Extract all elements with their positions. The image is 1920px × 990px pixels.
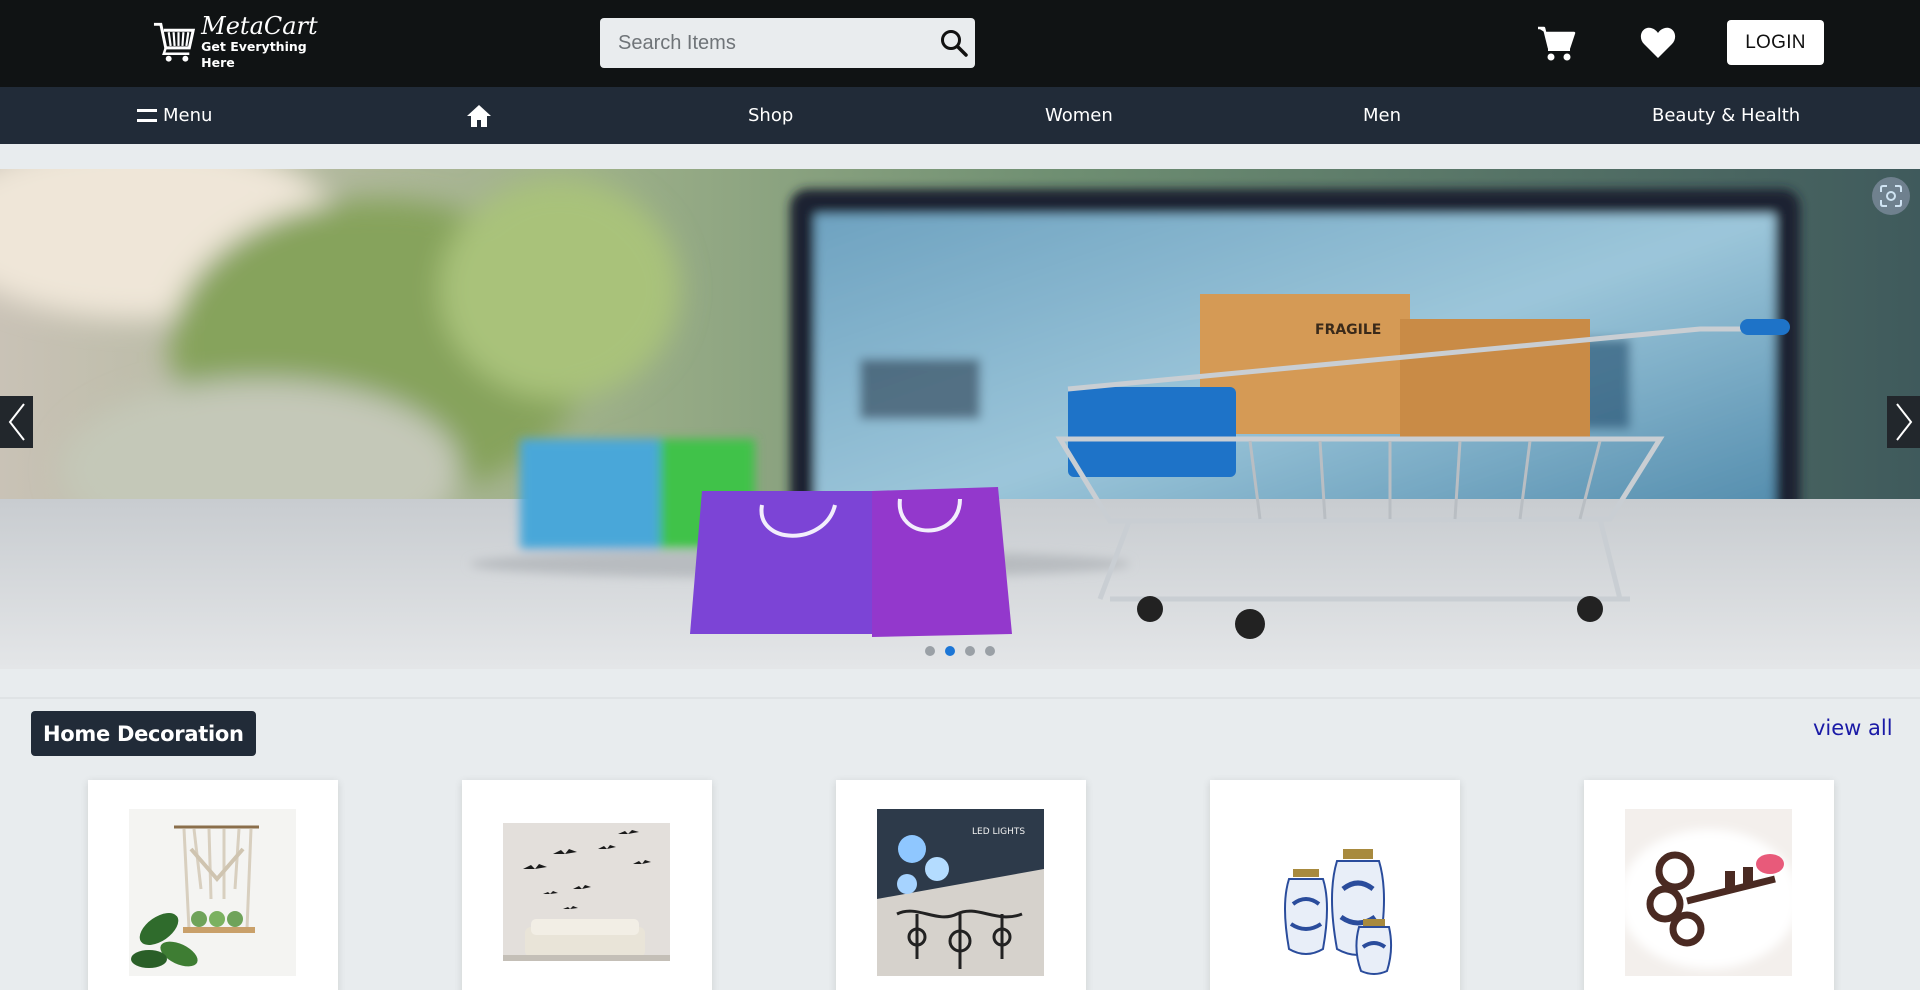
- svg-text:FRAGILE: FRAGILE: [1315, 322, 1381, 338]
- product-card[interactable]: LED LIGHTS: [836, 780, 1086, 990]
- section-divider: [0, 697, 1920, 699]
- nav-menu-toggle[interactable]: Menu: [137, 87, 212, 144]
- search-icon[interactable]: [939, 28, 969, 58]
- logo-tagline: Get Everything Here: [201, 39, 307, 70]
- search-bar: [600, 18, 975, 68]
- carousel-next-button[interactable]: [1887, 396, 1920, 448]
- login-button[interactable]: LOGIN: [1727, 20, 1824, 65]
- carousel-dot-2[interactable]: [945, 646, 955, 656]
- product-card[interactable]: [1584, 780, 1834, 990]
- carousel-dot-1[interactable]: [925, 646, 935, 656]
- product-card[interactable]: [88, 780, 338, 990]
- hamburger-icon: [137, 109, 157, 122]
- hero-carousel: FRAGILE: [0, 169, 1920, 669]
- cart-icon[interactable]: [1536, 24, 1576, 62]
- carousel-dot-4[interactable]: [985, 646, 995, 656]
- hero-banner-image: FRAGILE: [0, 169, 1920, 669]
- section-title: Home Decoration: [31, 711, 256, 756]
- nav-item-men[interactable]: Men: [1363, 87, 1401, 144]
- carousel-prev-button[interactable]: [0, 396, 33, 448]
- carousel-indicators: [925, 646, 995, 656]
- ceramic-jars-image: [1251, 809, 1418, 976]
- vintage-key-image: [1625, 809, 1792, 976]
- led-wall-lamp-image: LED LIGHTS: [877, 809, 1044, 976]
- nav-item-shop[interactable]: Shop: [748, 87, 793, 144]
- carousel-dot-3[interactable]: [965, 646, 975, 656]
- nav-item-beauty-health[interactable]: Beauty & Health: [1652, 87, 1800, 144]
- shopping-cart-logo-icon: [153, 22, 196, 62]
- wishlist-heart-icon[interactable]: [1639, 24, 1677, 62]
- chevron-right-icon: [1895, 403, 1912, 441]
- site-logo[interactable]: MetaCart Get Everything Here: [152, 13, 342, 70]
- product-card[interactable]: [1210, 780, 1460, 990]
- logo-name: MetaCart: [201, 12, 318, 40]
- main-nav: Menu Shop Women Men Beauty & Health: [0, 87, 1920, 144]
- nav-menu-label: Menu: [163, 105, 213, 126]
- top-header: MetaCart Get Everything Here LOGIN: [0, 0, 1920, 87]
- nav-home[interactable]: [466, 87, 492, 144]
- bird-wall-decal-image: [503, 823, 670, 961]
- svg-text:LED LIGHTS: LED LIGHTS: [972, 827, 1025, 837]
- view-all-link[interactable]: view all: [1813, 716, 1893, 740]
- home-icon: [467, 104, 491, 127]
- search-input[interactable]: [600, 18, 920, 68]
- chevron-left-icon: [8, 403, 25, 441]
- product-card[interactable]: [462, 780, 712, 990]
- visual-search-lens-button[interactable]: [1872, 177, 1910, 215]
- macrame-shelf-image: [129, 809, 296, 976]
- nav-item-women[interactable]: Women: [1045, 87, 1113, 144]
- lens-icon: [1880, 185, 1902, 207]
